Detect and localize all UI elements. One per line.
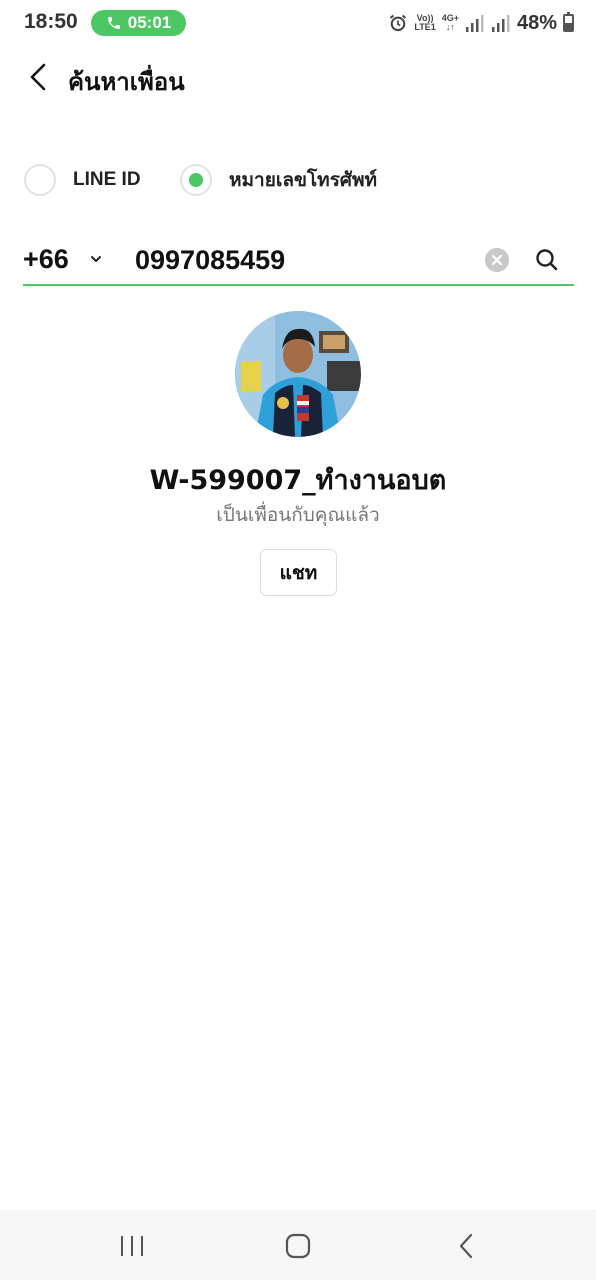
radio-label-line-id: LINE ID	[73, 169, 141, 190]
call-timer: 05:01	[127, 13, 172, 32]
lte-label: LTE1	[414, 22, 436, 32]
back-button[interactable]	[26, 62, 52, 92]
chat-button[interactable]: แชท	[260, 549, 337, 596]
volte-indicator: Vo)) LTE1	[414, 14, 435, 32]
system-nav-bar	[0, 1210, 596, 1280]
profile-name: W-599007_ทำงานอบต	[149, 465, 447, 496]
alarm-icon	[390, 14, 407, 32]
country-code-selector[interactable]: +66	[23, 244, 69, 275]
radio-label-phone-number: หมายเลขโทรศัพท์	[229, 169, 378, 191]
ongoing-call-pill[interactable]: 05:01	[91, 10, 186, 36]
home-icon[interactable]	[283, 1232, 313, 1260]
chevron-down-icon[interactable]	[89, 252, 103, 266]
phone-icon	[107, 17, 120, 29]
radio-option-line-id[interactable]: LINE ID	[24, 164, 141, 196]
search-type-selector: LINE ID หมายเลขโทรศัพท์	[24, 164, 584, 200]
recent-apps-icon[interactable]	[117, 1232, 147, 1260]
radio-button-line-id[interactable]	[24, 164, 56, 196]
status-icons: Vo)) LTE1 4G+ ↓↑ 48%	[388, 9, 574, 37]
battery-percent: 48%	[516, 11, 557, 34]
app-header: ค้นหาเพื่อน	[0, 50, 596, 106]
radio-option-phone-number[interactable]: หมายเลขโทรศัพท์	[180, 164, 377, 196]
signal-strength-icon-sim2	[491, 15, 510, 32]
page-title: ค้นหาเพื่อน	[68, 68, 185, 96]
find-friends-screen: 18:50 05:01 Vo)) LTE1 4G+ ↓↑ 48% ค้นหาเพ…	[0, 0, 596, 1280]
network-type-indicator: 4G+ ↓↑	[442, 14, 459, 32]
phone-search-field: +66	[23, 236, 574, 286]
friend-status: เป็นเพื่อนกับคุณแล้ว	[216, 504, 380, 526]
status-time: 18:50	[24, 10, 78, 33]
status-bar: 18:50 05:01 Vo)) LTE1 4G+ ↓↑ 48%	[0, 0, 596, 46]
battery-fill	[565, 23, 572, 30]
radio-button-phone-number[interactable]	[180, 164, 212, 196]
avatar-photo	[235, 311, 361, 437]
data-arrows-icon: ↓↑	[445, 22, 455, 32]
radio-selected-dot	[189, 173, 203, 187]
profile-avatar[interactable]	[235, 311, 361, 437]
clear-input-button[interactable]	[485, 248, 509, 272]
search-icon[interactable]	[534, 247, 560, 273]
signal-strength-icon	[465, 15, 484, 32]
back-icon[interactable]	[452, 1232, 482, 1260]
phone-number-input[interactable]	[135, 240, 475, 280]
battery-icon	[563, 12, 574, 32]
